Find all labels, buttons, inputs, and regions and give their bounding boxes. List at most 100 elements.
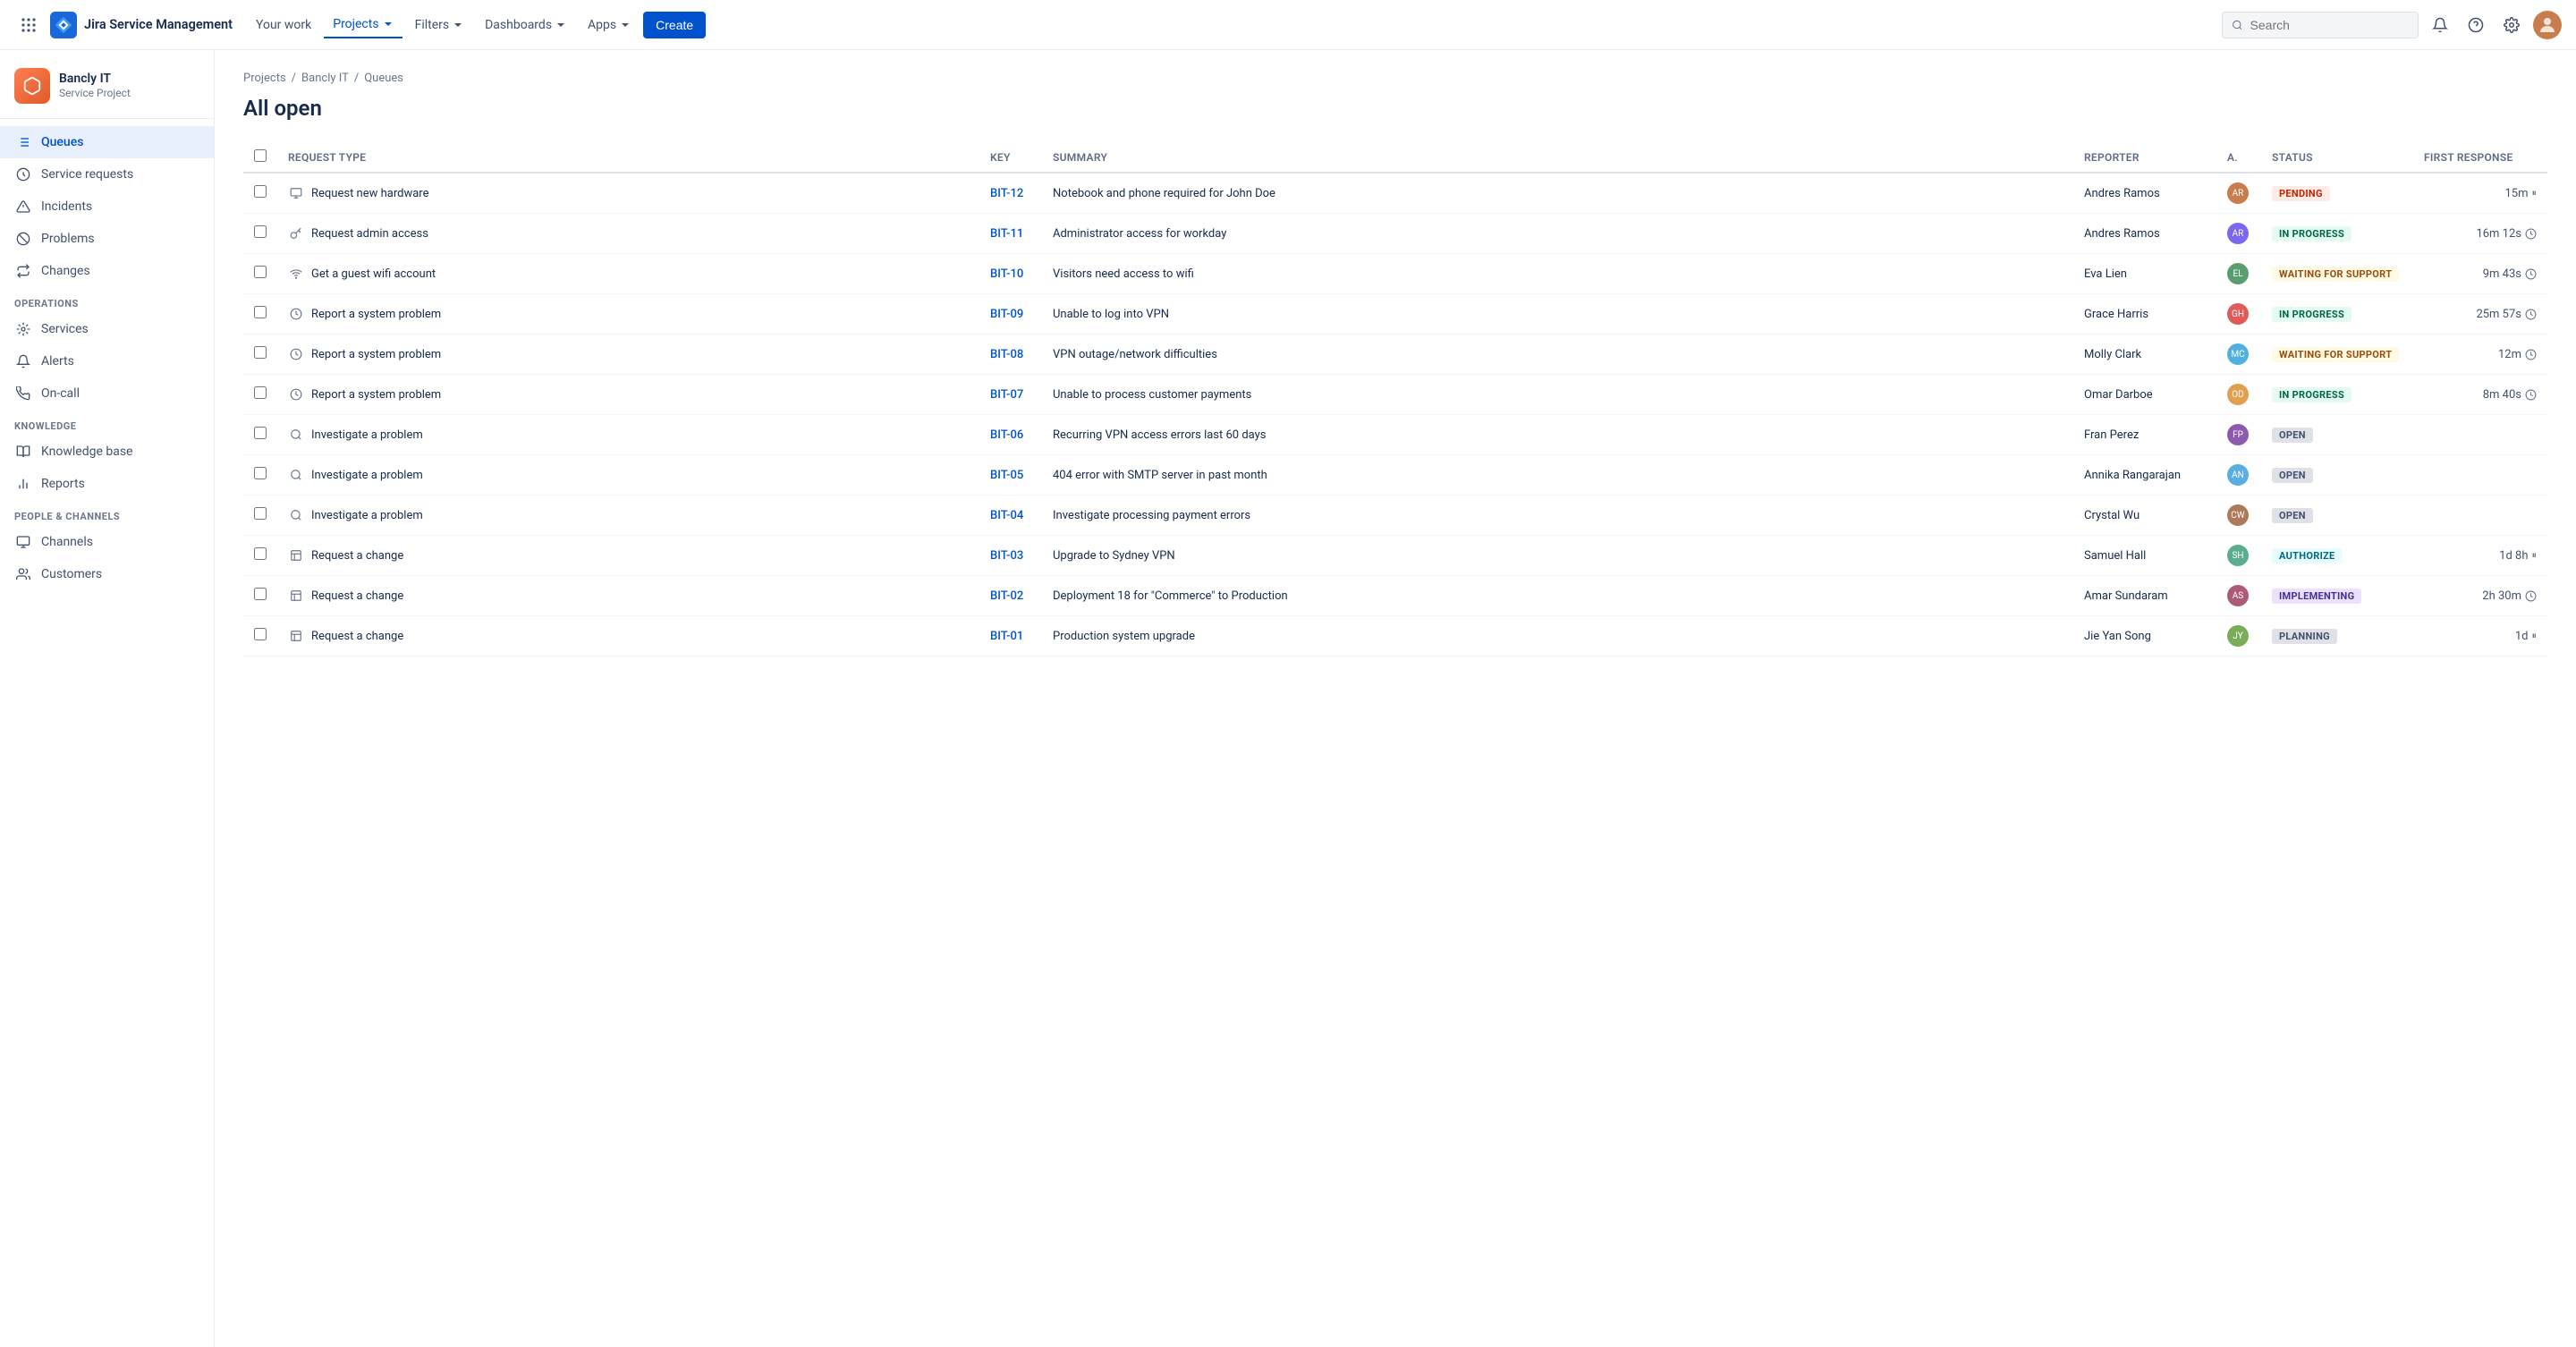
nav-apps[interactable]: Apps [579,13,640,38]
issue-key-link[interactable]: BIT-06 [990,428,1023,442]
row-checkbox[interactable] [254,225,267,238]
row-checkbox[interactable] [254,588,267,600]
request-type-cell: Report a system problem [288,386,969,402]
status-badge: PLANNING [2272,629,2337,644]
reports-icon [14,475,32,493]
nav-dashboards[interactable]: Dashboards [476,13,575,38]
issue-key-link[interactable]: BIT-01 [990,630,1023,643]
row-checkbox[interactable] [254,386,267,399]
row-checkbox[interactable] [254,185,267,198]
issue-key-link[interactable]: BIT-12 [990,187,1023,200]
sidebar-item-queues[interactable]: Queues [0,126,214,158]
issue-key-link[interactable]: BIT-04 [990,509,1023,522]
nav-projects[interactable]: Projects [324,12,402,38]
first-response-cell: 16m 12s [2424,227,2537,241]
reporter-name: Amar Sundaram [2084,589,2168,603]
request-type-label: Get a guest wifi account [311,267,436,281]
sidebar-item-problems[interactable]: Problems [0,223,214,255]
request-type-cell: Get a guest wifi account [288,266,969,282]
issue-key-link[interactable]: BIT-03 [990,549,1023,563]
col-request-type: Request Type [277,142,979,173]
change-icon [288,628,304,644]
request-type-label: Investigate a problem [311,509,423,522]
nav-filters[interactable]: Filters [406,13,473,38]
row-checkbox[interactable] [254,507,267,520]
sidebar-item-alerts[interactable]: Alerts [0,345,214,377]
reporter-name: Andres Ramos [2084,227,2160,241]
search-bar[interactable] [2222,12,2419,38]
assignee-avatar: AN [2227,464,2249,486]
status-badge: IN PROGRESS [2272,226,2351,241]
issue-key-link[interactable]: BIT-10 [990,267,1023,281]
system-icon [288,346,304,362]
request-type-cell: Request admin access [288,225,969,241]
status-badge: IN PROGRESS [2272,387,2351,402]
sidebar-item-services[interactable]: Services [0,313,214,345]
issue-key-link[interactable]: BIT-05 [990,469,1023,482]
request-type-cell: Investigate a problem [288,467,969,483]
create-button[interactable]: Create [643,12,706,38]
clock-icon [2525,309,2537,320]
table-row: Report a system problem BIT-09 Unable to… [243,294,2547,335]
sidebar-item-on-call[interactable]: On-call [0,377,214,410]
pause-icon: ⏸ [2532,630,2538,642]
breadcrumb-bancly-it[interactable]: Bancly IT [301,72,349,85]
row-checkbox[interactable] [254,467,267,479]
breadcrumb-projects[interactable]: Projects [243,72,286,85]
nav-your-work[interactable]: Your work [247,13,320,38]
select-all-checkbox[interactable] [254,149,267,162]
project-header[interactable]: Bancly IT Service Project [0,61,214,119]
row-checkbox[interactable] [254,628,267,640]
main-content: Projects / Bancly IT / Queues All open R… [215,50,2576,1347]
issue-key-link[interactable]: BIT-08 [990,348,1023,361]
queues-icon [14,133,32,151]
services-icon [14,320,32,338]
sidebar-item-customers[interactable]: Customers [0,558,214,590]
incidents-icon [14,198,32,216]
notifications-button[interactable] [2426,11,2454,39]
clock-icon [2525,228,2537,240]
sidebar-item-changes[interactable]: Changes [0,255,214,287]
reporter-name: Eva Lien [2084,267,2127,281]
issue-key-link[interactable]: BIT-02 [990,589,1023,603]
alerts-icon [14,352,32,370]
row-checkbox[interactable] [254,346,267,359]
settings-button[interactable] [2497,11,2526,39]
help-button[interactable] [2462,11,2490,39]
issue-key-link[interactable]: BIT-07 [990,388,1023,402]
row-checkbox[interactable] [254,266,267,278]
request-type-cell: Investigate a problem [288,507,969,523]
queue-table: Request Type Key Summary Reporter A. Sta… [243,142,2547,657]
row-checkbox[interactable] [254,547,267,560]
sidebar-item-incidents[interactable]: Incidents [0,191,214,223]
first-response-cell: 15m ⏸ [2424,187,2537,200]
reporter-name: Samuel Hall [2084,549,2146,563]
table-row: Request new hardware BIT-12 Notebook and… [243,173,2547,214]
pause-icon: ⏸ [2532,187,2538,199]
summary-text: Unable to process customer payments [1053,388,1251,402]
search-input[interactable] [2250,18,2409,32]
assignee-avatar: JY [2227,625,2249,647]
summary-text: Investigate processing payment errors [1053,509,1250,522]
first-response-cell: 25m 57s [2424,308,2537,321]
issue-key-link[interactable]: BIT-09 [990,308,1023,321]
project-icon [14,68,50,104]
row-checkbox[interactable] [254,306,267,318]
sidebar-item-knowledge-base[interactable]: Knowledge base [0,436,214,468]
reporter-name: Molly Clark [2084,348,2141,361]
app-switcher-button[interactable] [14,11,43,39]
status-badge: IN PROGRESS [2272,307,2351,322]
request-type-cell: Request a change [288,547,969,563]
sidebar-item-service-requests[interactable]: Service requests [0,158,214,191]
app-logo[interactable]: Jira Service Management [50,12,233,38]
summary-text: Administrator access for workday [1053,227,1226,241]
sidebar-item-reports[interactable]: Reports [0,468,214,500]
summary-text: VPN outage/network difficulties [1053,348,1217,361]
issue-key-link[interactable]: BIT-11 [990,227,1023,241]
user-avatar[interactable] [2533,11,2562,39]
section-label-knowledge: Knowledge [0,410,214,436]
sidebar-item-channels[interactable]: Channels [0,526,214,558]
row-checkbox[interactable] [254,427,267,439]
assignee-avatar: MC [2227,343,2249,365]
table-row: Report a system problem BIT-08 VPN outag… [243,335,2547,375]
